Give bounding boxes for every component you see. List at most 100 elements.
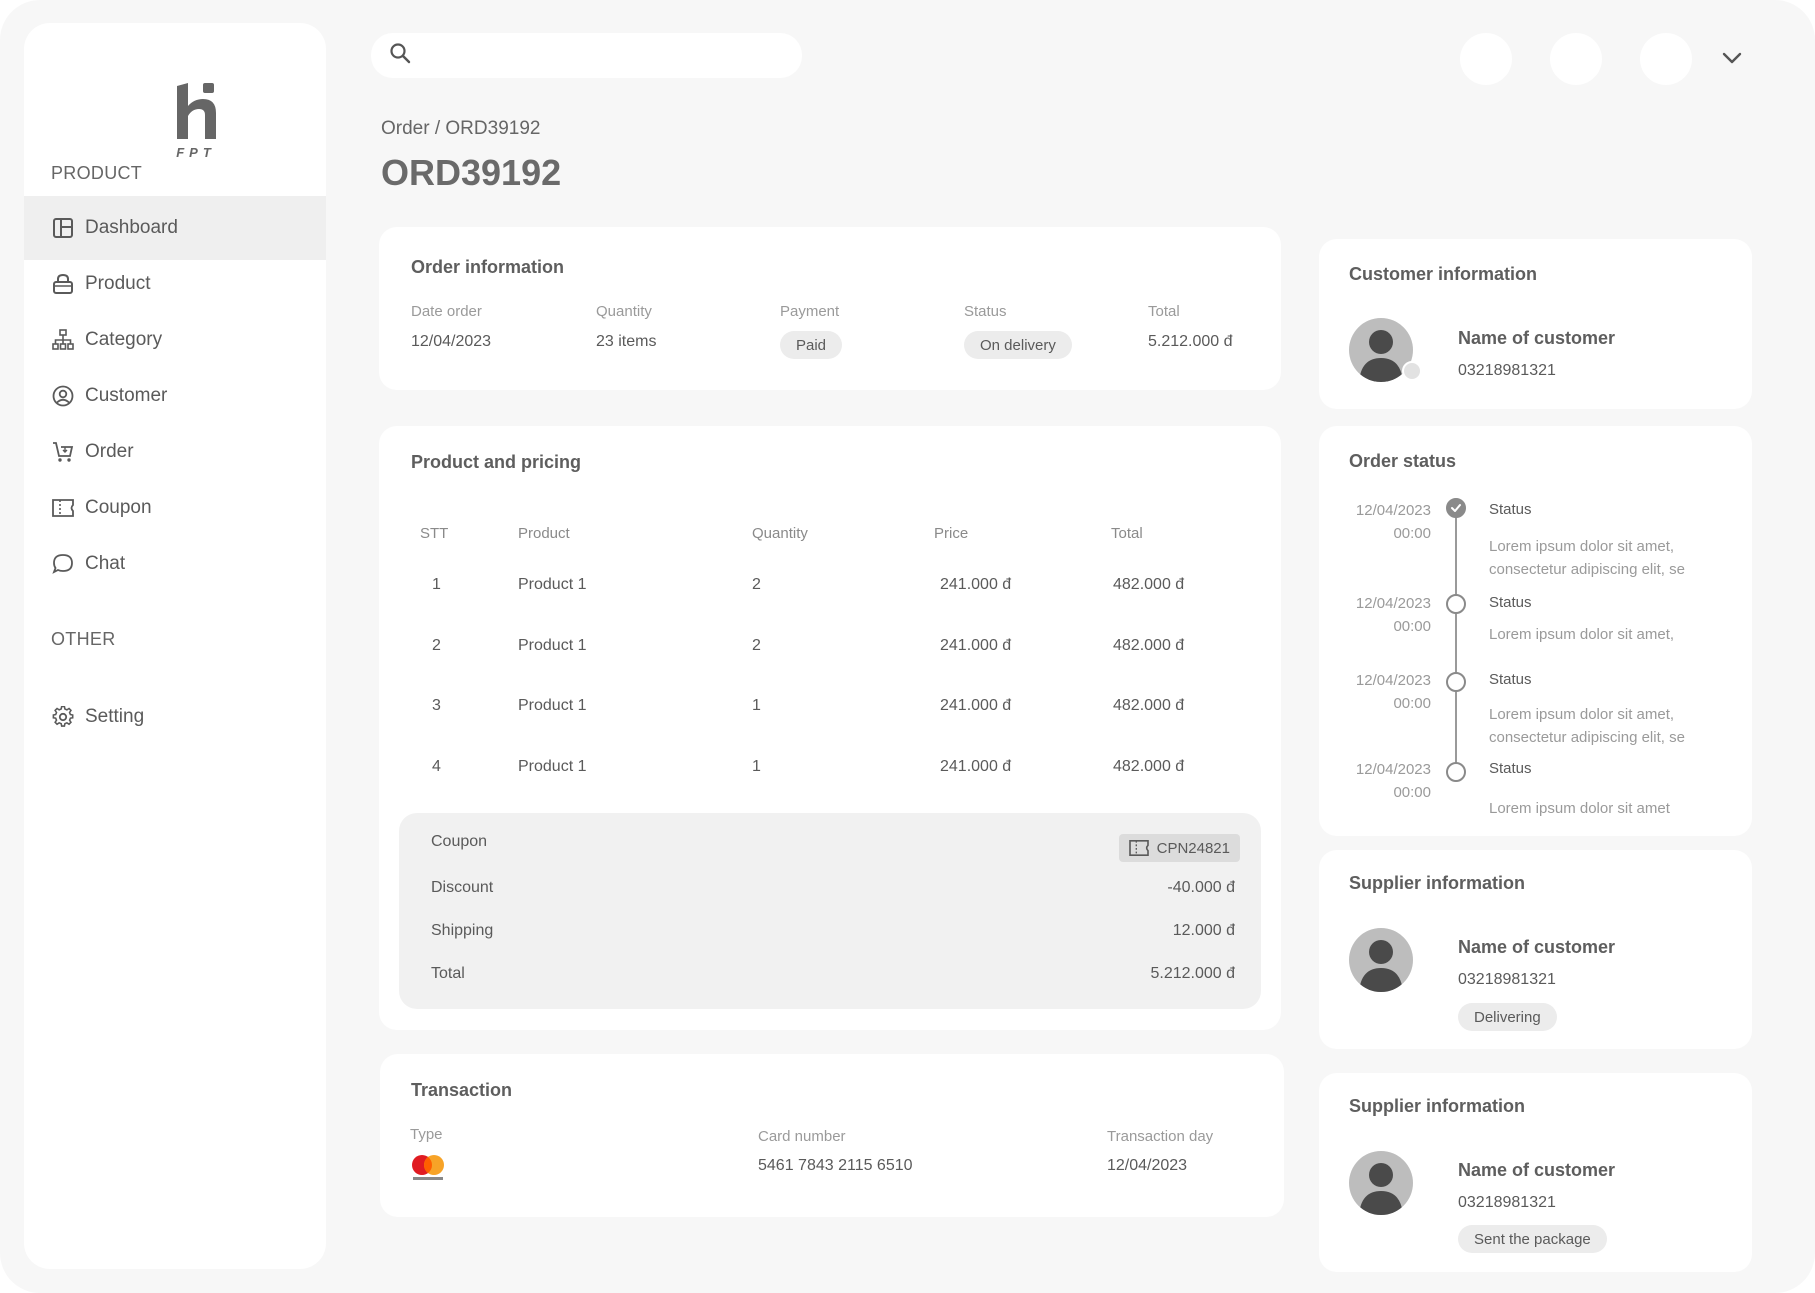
cell-stt: 2 [432,637,441,654]
customer-name: Name of customer [1458,328,1616,348]
sidebar-item-customer[interactable]: Customer [24,364,326,428]
event-status: Status [1489,671,1532,688]
column-header-quantity: Quantity [752,525,808,542]
event-description: Lorem ipsum dolor sit amet, consectetur … [1489,538,1685,578]
sidebar-item-order[interactable]: Order [24,420,326,484]
event-description: Lorem ipsum dolor sit amet [1489,800,1670,817]
cell-stt: 1 [432,576,441,593]
type-label: Type [410,1126,443,1143]
card-title: Product and pricing [411,452,582,472]
header-action-button-2[interactable] [1550,33,1602,85]
event-date: 12/04/2023 [1355,595,1431,612]
card-title: Supplier information [1349,873,1526,893]
sidebar-item-setting[interactable]: Setting [24,685,326,749]
date-order-label: Date order [411,303,482,320]
status-label: Status [964,303,1007,320]
logo-text: FPT [176,145,216,160]
cell-product: Product 1 [518,758,587,775]
search-input[interactable] [423,46,802,65]
chat-icon [51,552,75,576]
cell-price: 241.000 đ [940,637,1012,654]
event-time: 00:00 [1393,784,1431,801]
avatar[interactable] [1349,928,1413,992]
event-description: Lorem ipsum dolor sit amet, [1489,626,1675,643]
section-label-product: PRODUCT [51,163,143,183]
header-avatar-button[interactable] [1640,33,1692,85]
search-bar[interactable] [371,33,802,78]
dashboard-icon [51,216,75,240]
card-title: Supplier information [1349,1096,1526,1116]
cell-stt: 3 [432,697,441,714]
cell-quantity: 2 [752,576,761,593]
event-status: Status [1489,501,1532,518]
section-label-other: OTHER [51,629,116,649]
sidebar-item-label: Chat [85,553,126,574]
check-circle-icon [1446,498,1466,518]
mastercard-icon [410,1154,446,1187]
event-date: 12/04/2023 [1355,672,1431,689]
quantity-value: 23 items [596,333,657,350]
card-title: Transaction [411,1080,513,1100]
card-title: Order information [411,257,565,277]
customer-information-card: Customer information Name of customer 03… [1319,239,1752,409]
status-badge: On delivery [964,331,1072,359]
total-label: Total [1148,303,1180,320]
sidebar-item-coupon[interactable]: Coupon [24,476,326,540]
sidebar-item-label: Customer [85,385,168,406]
sidebar-item-product[interactable]: Product [24,252,326,316]
ticket-icon [51,496,75,520]
cell-price: 241.000 đ [940,576,1012,593]
event-status: Status [1489,594,1532,611]
transaction-day-label: Transaction day [1107,1128,1214,1145]
event-status: Status [1489,760,1532,777]
supplier-information-card: Supplier information Name of customer 03… [1319,1073,1752,1272]
coupon-code-tag[interactable]: CPN24821 [1118,834,1240,862]
sidebar-item-label: Dashboard [85,217,178,238]
fpt-logo[interactable]: FPT [148,61,248,161]
app-frame: FPT PRODUCT Dashboard Product Category C… [0,0,1815,1293]
breadcrumb[interactable]: Order / ORD39192 [381,118,540,140]
card-title: Order status [1349,451,1457,471]
quantity-label: Quantity [596,303,652,320]
cell-total: 482.000 đ [1113,576,1185,593]
transaction-card: Transaction Type Card number 5461 7843 2… [380,1054,1284,1217]
sidebar-item-label: Setting [85,706,145,727]
event-date: 12/04/2023 [1355,502,1431,519]
sidebar-item-chat[interactable]: Chat [24,532,326,596]
summary-total-label: Total [431,965,465,982]
summary-total-value: 5.212.000 đ [1150,965,1235,982]
sidebar: FPT PRODUCT Dashboard Product Category C… [24,23,326,1269]
chevron-down-icon[interactable] [1718,44,1746,72]
sidebar-item-category[interactable]: Category [24,308,326,372]
cell-quantity: 1 [752,758,761,775]
order-information-card: Order information Date order 12/04/2023 … [379,227,1281,390]
supplier-information-card: Supplier information Name of customer 03… [1319,850,1752,1049]
cell-total: 482.000 đ [1113,758,1185,775]
price-summary: Coupon CPN24821 Discount -40.000 đ Shipp… [399,813,1261,1009]
event-description: Lorem ipsum dolor sit amet, consectetur … [1489,706,1685,746]
transaction-day-value: 12/04/2023 [1107,1157,1188,1174]
supplier-name: Name of customer [1458,1160,1616,1180]
column-header-total: Total [1111,525,1143,542]
bag-icon [51,272,75,296]
search-icon [389,42,411,69]
avatar[interactable] [1349,1151,1413,1215]
sidebar-item-label: Order [85,441,134,462]
cell-product: Product 1 [518,637,587,654]
supplier-name: Name of customer [1458,937,1616,957]
cell-quantity: 2 [752,637,761,654]
status-badge: Delivering [1458,1003,1557,1031]
user-circle-icon [51,384,75,408]
cell-quantity: 1 [752,697,761,714]
cart-icon [51,440,75,464]
card-title: Customer information [1349,264,1538,284]
sidebar-item-dashboard[interactable]: Dashboard [24,196,326,260]
product-pricing-card: Product and pricing STT Product Quantity… [379,426,1281,1030]
shipping-value: 12.000 đ [1172,922,1235,939]
header-action-button-1[interactable] [1460,33,1512,85]
sidebar-item-label: Coupon [85,497,152,518]
column-header-price: Price [934,525,969,542]
presence-indicator [1402,361,1422,381]
cell-stt: 4 [432,758,441,775]
coupon-label: Coupon [431,833,488,850]
